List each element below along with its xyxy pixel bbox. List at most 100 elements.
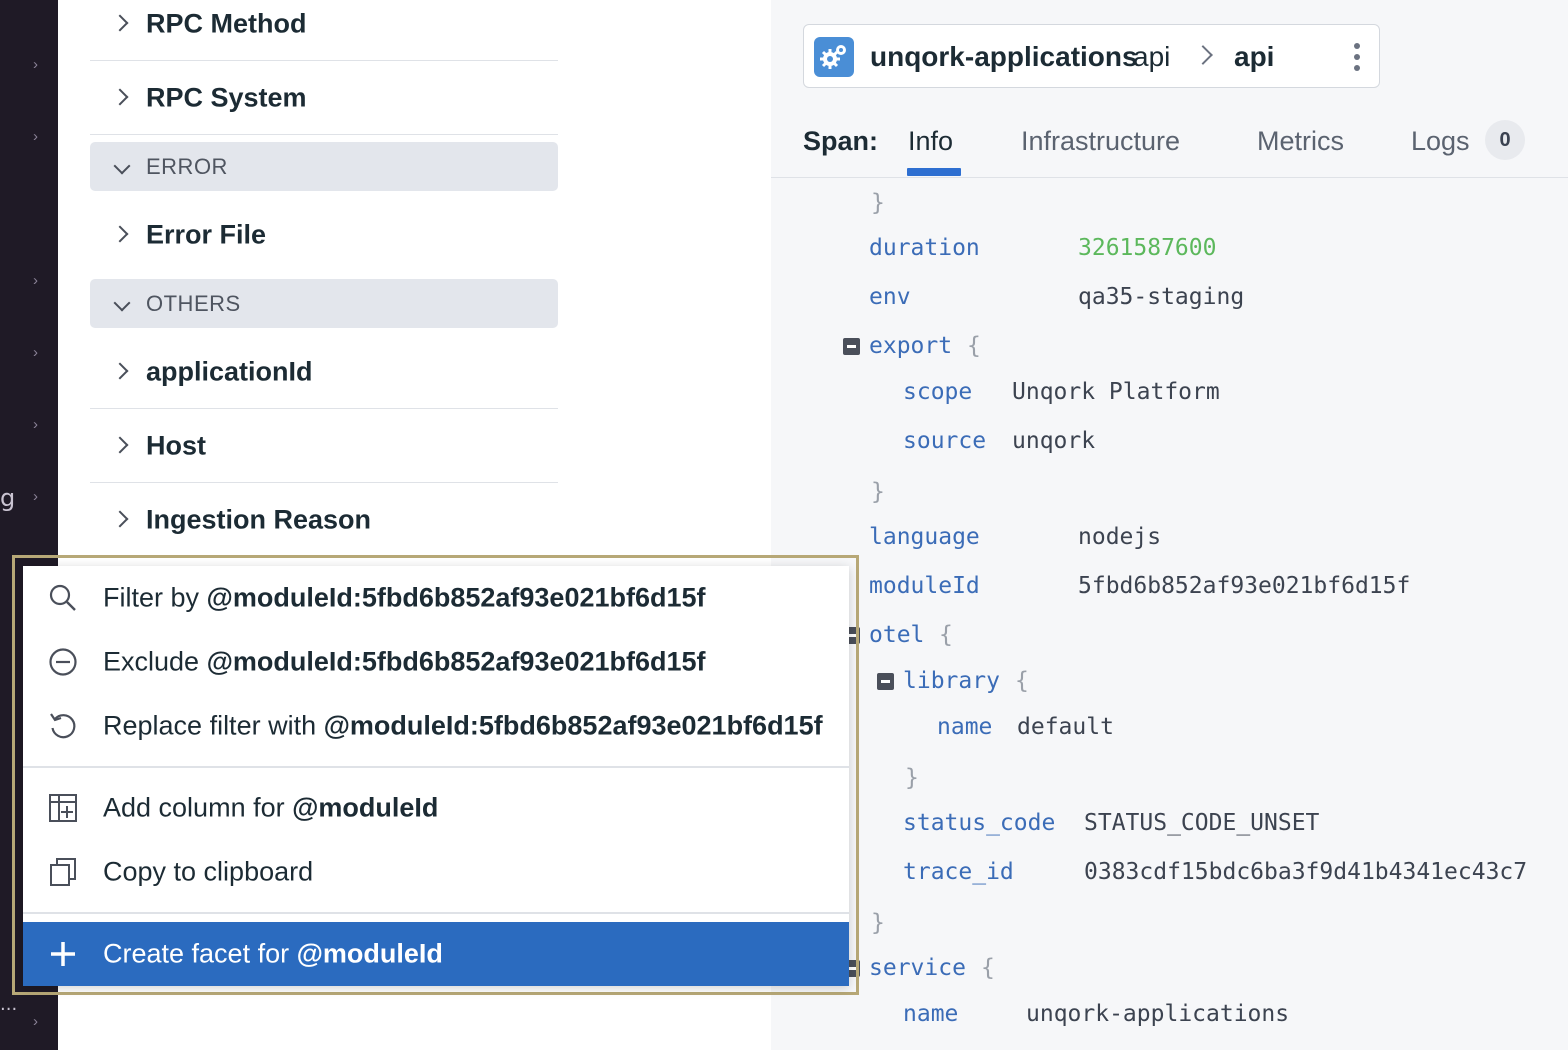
json-brace: { xyxy=(1015,668,1029,694)
rail-chevron-right-icon[interactable]: › xyxy=(33,273,45,288)
facet-group-label: ERROR xyxy=(146,153,228,179)
facet-label: applicationId xyxy=(146,356,313,386)
context-menu: Filter by @moduleId:5fbd6b852af93e021bf6… xyxy=(23,566,849,986)
collapse-icon[interactable] xyxy=(843,338,860,355)
attr-value-service-name[interactable]: unqork-applications xyxy=(1026,1001,1289,1027)
more-options-icon[interactable] xyxy=(1345,39,1369,75)
add-column-icon xyxy=(49,794,77,822)
rotate-left-icon xyxy=(50,713,76,739)
json-brace: } xyxy=(905,765,919,791)
attr-key-library-name[interactable]: name xyxy=(937,714,992,740)
menu-divider xyxy=(23,766,849,768)
chevron-right-icon xyxy=(111,14,129,31)
rail-truncated-label: g xyxy=(0,484,16,512)
attr-value-scope[interactable]: Unqork Platform xyxy=(1012,379,1220,405)
attr-key-service[interactable]: service xyxy=(869,955,966,981)
rail-chevron-right-icon[interactable]: › xyxy=(33,1014,45,1029)
span-detail-panel: unqork-applications api api Span: Info I… xyxy=(771,0,1568,1050)
menu-item-label: Copy to clipboard xyxy=(103,856,314,887)
facet-label: Host xyxy=(146,430,206,460)
rail-truncated-label: ... xyxy=(0,994,18,1015)
active-tab-indicator xyxy=(907,168,961,176)
menu-item-label: Exclude @moduleId:5fbd6b852af93e021bf6d1… xyxy=(103,646,706,677)
search-icon xyxy=(49,584,76,611)
facet-error-file[interactable]: Error File xyxy=(90,198,558,272)
rail-chevron-right-icon[interactable]: › xyxy=(33,345,45,360)
attr-key-module-id[interactable]: moduleId xyxy=(869,573,980,599)
attr-key-language[interactable]: language xyxy=(869,524,980,550)
facet-application-id[interactable]: applicationId xyxy=(90,335,558,409)
tab-infrastructure[interactable]: Infrastructure xyxy=(1021,126,1180,157)
menu-item-copy[interactable]: Copy to clipboard xyxy=(23,840,849,904)
attr-value-source[interactable]: unqork xyxy=(1012,428,1095,454)
tab-metrics[interactable]: Metrics xyxy=(1257,126,1344,157)
attr-key-scope[interactable]: scope xyxy=(903,379,972,405)
facet-group-others[interactable]: OTHERS xyxy=(90,279,558,328)
facet-label: RPC System xyxy=(146,82,307,112)
attr-key-service-name[interactable]: name xyxy=(903,1001,958,1027)
chevron-down-icon xyxy=(113,157,131,175)
attr-key-export[interactable]: export xyxy=(869,333,952,359)
attr-value-status-code[interactable]: STATUS_CODE_UNSET xyxy=(1084,810,1319,836)
service-name[interactable]: unqork-applications xyxy=(870,41,1138,73)
chevron-right-icon xyxy=(111,362,129,379)
operation-name[interactable]: api xyxy=(1234,41,1274,73)
attr-value-env[interactable]: qa35-staging xyxy=(1078,284,1244,310)
attr-value-module-id[interactable]: 5fbd6b852af93e021bf6d15f xyxy=(1078,573,1410,599)
json-brace: } xyxy=(871,910,885,936)
json-brace: { xyxy=(939,622,953,648)
attr-key-duration[interactable]: duration xyxy=(869,235,980,261)
attr-value-language[interactable]: nodejs xyxy=(1078,524,1161,550)
facet-label: Ingestion Reason xyxy=(146,504,372,535)
tab-info[interactable]: Info xyxy=(908,126,953,157)
rail-chevron-right-icon[interactable]: › xyxy=(33,489,45,504)
chevron-down-icon xyxy=(113,294,131,312)
json-brace: { xyxy=(981,955,995,981)
tabs-label: Span: xyxy=(803,126,879,156)
menu-item-filter[interactable]: Filter by @moduleId:5fbd6b852af93e021bf6… xyxy=(23,566,849,630)
attr-value-duration[interactable]: 3261587600 xyxy=(1078,235,1216,261)
rail-chevron-right-icon[interactable]: › xyxy=(33,57,45,72)
chevron-right-icon xyxy=(111,225,129,243)
logs-count-badge: 0 xyxy=(1485,120,1525,160)
service-type: api xyxy=(1133,41,1171,72)
attr-key-env[interactable]: env xyxy=(869,284,911,310)
facet-rpc-system[interactable]: RPC System xyxy=(90,61,558,135)
service-breadcrumb-bar: unqork-applications api api xyxy=(803,24,1380,88)
chevron-right-icon xyxy=(111,88,129,105)
menu-item-label: Replace filter with @moduleId:5fbd6b852a… xyxy=(103,710,823,741)
facet-rpc-method[interactable]: RPC Method xyxy=(90,0,558,61)
attr-value-trace-id[interactable]: 0383cdf15bdc6ba3f9d41b4341ec43c7 xyxy=(1084,859,1527,885)
menu-item-add-column[interactable]: Add column for @moduleId xyxy=(23,776,849,840)
attr-key-trace-id[interactable]: trace_id xyxy=(903,859,1014,885)
menu-item-create-facet[interactable]: Create facet for @moduleId xyxy=(23,922,849,986)
facet-group-label: OTHERS xyxy=(146,290,241,316)
collapse-icon[interactable] xyxy=(877,673,894,690)
plus-icon xyxy=(51,942,75,966)
rail-chevron-right-icon[interactable]: › xyxy=(33,417,45,432)
attr-key-library[interactable]: library xyxy=(903,668,1000,694)
chevron-right-icon xyxy=(1193,45,1213,65)
tab-logs[interactable]: Logs xyxy=(1411,126,1470,157)
span-tabs: Span: Info Infrastructure Metrics Logs 0 xyxy=(771,110,1568,178)
menu-item-label: Filter by @moduleId:5fbd6b852af93e021bf6… xyxy=(103,582,706,613)
facet-label: RPC Method xyxy=(146,8,307,38)
json-brace: } xyxy=(871,479,885,505)
menu-item-replace-filter[interactable]: Replace filter with @moduleId:5fbd6b852a… xyxy=(23,694,849,758)
menu-item-exclude[interactable]: Exclude @moduleId:5fbd6b852af93e021bf6d1… xyxy=(23,630,849,694)
rail-chevron-right-icon[interactable]: › xyxy=(33,129,45,144)
facet-ingestion-reason[interactable]: Ingestion Reason xyxy=(90,483,558,557)
attr-key-source[interactable]: source xyxy=(903,428,986,454)
facet-host[interactable]: Host xyxy=(90,409,558,483)
attr-value-library-name[interactable]: default xyxy=(1017,714,1114,740)
attr-key-status-code[interactable]: status_code xyxy=(903,810,1055,836)
json-brace: } xyxy=(871,190,885,216)
chevron-right-icon xyxy=(111,510,129,528)
facet-label: Error File xyxy=(146,219,267,250)
attr-key-otel[interactable]: otel xyxy=(869,622,924,648)
chevron-right-icon xyxy=(111,436,129,453)
facet-group-error[interactable]: ERROR xyxy=(90,142,558,191)
service-gear-icon xyxy=(814,37,854,77)
menu-item-label: Add column for @moduleId xyxy=(103,792,439,823)
minus-circle-icon xyxy=(49,648,77,676)
